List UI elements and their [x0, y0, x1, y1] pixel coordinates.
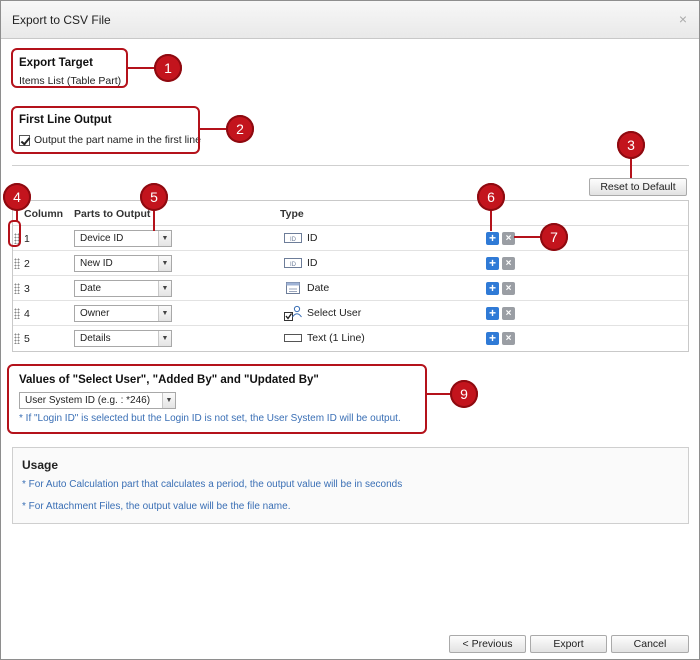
column-number: 4 — [24, 308, 30, 320]
chevron-down-icon: ▼ — [158, 256, 171, 271]
add-row-button[interactable]: + — [486, 232, 499, 245]
part-select[interactable]: Details ▼ — [74, 330, 172, 347]
columns-table: Column Parts to Output Type 1 Device ID ▼… — [12, 200, 689, 352]
usage-panel: Usage * For Auto Calculation part that c… — [12, 447, 689, 524]
part-select[interactable]: Device ID ▼ — [74, 230, 172, 247]
table-row: 1 Device ID ▼ ID ID + × — [13, 226, 688, 251]
id-icon: ID — [284, 258, 302, 268]
chevron-down-icon: ▼ — [158, 306, 171, 321]
add-row-button[interactable]: + — [486, 282, 499, 295]
usage-title: Usage — [22, 458, 59, 472]
cancel-button[interactable]: Cancel — [611, 635, 689, 653]
drag-handle-icon[interactable] — [14, 283, 20, 294]
text-field-icon — [284, 334, 302, 342]
part-select-value: Details — [80, 333, 111, 344]
chevron-down-icon: ▼ — [158, 281, 171, 296]
reset-to-default-button[interactable]: Reset to Default — [589, 178, 687, 196]
callout-line — [490, 211, 492, 231]
drag-handle-icon[interactable] — [14, 333, 20, 344]
type-label: ID — [307, 257, 318, 269]
type-label: Text (1 Line) — [307, 332, 365, 344]
callout-line — [427, 393, 450, 395]
drag-handle-icon[interactable] — [14, 308, 20, 319]
add-row-button[interactable]: + — [486, 257, 499, 270]
callout-badge: 7 — [540, 223, 568, 251]
type-header: Type — [280, 208, 304, 220]
part-select-value: Owner — [80, 308, 110, 319]
callout-badge: 4 — [3, 183, 31, 211]
part-select-value: New ID — [80, 258, 113, 269]
callout-badge: 5 — [140, 183, 168, 211]
title-bar: Export to CSV File × — [1, 1, 699, 39]
usage-line: * For Attachment Files, the output value… — [22, 501, 291, 512]
type-label: Date — [307, 282, 330, 294]
part-select-value: Device ID — [80, 233, 124, 244]
svg-text:ID: ID — [290, 237, 297, 243]
add-row-button[interactable]: + — [486, 307, 499, 320]
part-select-value: Date — [80, 283, 102, 294]
calendar-icon — [286, 282, 300, 294]
column-number: 1 — [24, 233, 30, 245]
dialog-title: Export to CSV File — [12, 13, 111, 27]
table-row: 4 Owner ▼ Select User + × — [13, 301, 688, 326]
part-select[interactable]: Date ▼ — [74, 280, 172, 297]
table-row: 3 Date ▼ Date + × — [13, 276, 688, 301]
callout-badge: 3 — [617, 131, 645, 159]
table-row: 5 Details ▼ Text (1 Line) + × — [13, 326, 688, 351]
column-header: Column — [24, 208, 64, 220]
add-row-button[interactable]: + — [486, 332, 499, 345]
table-header: Column Parts to Output Type — [13, 201, 688, 226]
export-csv-dialog: Export to CSV File × Export Target Items… — [0, 0, 700, 660]
chevron-down-icon: ▼ — [158, 231, 171, 246]
id-icon: ID — [284, 233, 302, 243]
callout-line — [200, 128, 226, 130]
callout-badge: 6 — [477, 183, 505, 211]
parts-header: Parts to Output — [74, 208, 151, 220]
callout-line — [514, 236, 541, 238]
callout-highlight — [8, 220, 21, 247]
part-select[interactable]: Owner ▼ — [74, 305, 172, 322]
column-number: 2 — [24, 258, 30, 270]
callout-highlight — [11, 106, 200, 154]
callout-badge: 9 — [450, 380, 478, 408]
remove-row-button[interactable]: × — [502, 232, 515, 245]
remove-row-button[interactable]: × — [502, 282, 515, 295]
remove-row-button[interactable]: × — [502, 257, 515, 270]
part-select[interactable]: New ID ▼ — [74, 255, 172, 272]
callout-line — [630, 159, 632, 178]
type-label: ID — [307, 232, 318, 244]
svg-text:ID: ID — [290, 262, 297, 268]
user-icon — [284, 305, 302, 321]
divider — [12, 165, 689, 166]
type-label: Select User — [307, 307, 362, 319]
column-number: 3 — [24, 283, 30, 295]
export-button[interactable]: Export — [530, 635, 607, 653]
callout-badge: 2 — [226, 115, 254, 143]
remove-row-button[interactable]: × — [502, 332, 515, 345]
callout-line — [128, 67, 154, 69]
remove-row-button[interactable]: × — [502, 307, 515, 320]
callout-line — [153, 211, 155, 231]
close-icon[interactable]: × — [679, 11, 687, 27]
table-row: 2 New ID ▼ ID ID + × — [13, 251, 688, 276]
callout-badge: 1 — [154, 54, 182, 82]
callout-highlight — [11, 48, 128, 88]
drag-handle-icon[interactable] — [14, 258, 20, 269]
chevron-down-icon: ▼ — [158, 331, 171, 346]
usage-line: * For Auto Calculation part that calcula… — [22, 479, 403, 490]
column-number: 5 — [24, 333, 30, 345]
callout-highlight — [7, 364, 427, 434]
previous-button[interactable]: < Previous — [449, 635, 526, 653]
